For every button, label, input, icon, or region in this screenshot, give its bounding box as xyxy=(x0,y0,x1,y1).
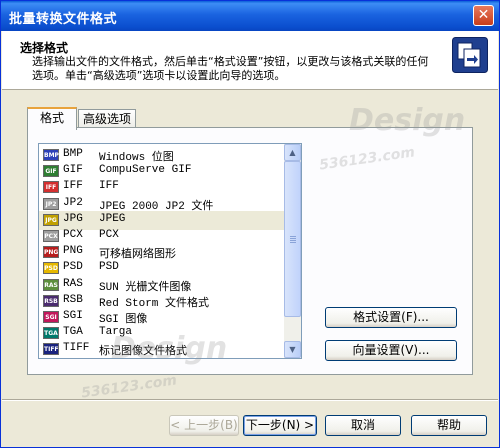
format-settings-button[interactable]: 格式设置(F)... xyxy=(325,307,457,328)
scroll-down-button[interactable]: ▼ xyxy=(284,341,301,358)
format-description: Targa xyxy=(99,326,133,339)
format-extension: RSB xyxy=(63,293,83,306)
watermark-number-bottom: 536123.com xyxy=(80,372,178,402)
vector-settings-button[interactable]: 向量设置(V)... xyxy=(325,340,457,361)
footer-divider xyxy=(2,399,498,401)
file-type-icon: RAS xyxy=(43,278,59,291)
file-type-icon: JPG xyxy=(43,213,59,226)
tab-advanced-options[interactable]: 高级选项 xyxy=(78,109,136,129)
title-bar[interactable]: 批量转换文件格式 ✕ xyxy=(1,1,499,31)
copy-files-icon xyxy=(452,37,488,73)
help-button[interactable]: 帮助 xyxy=(411,415,487,436)
window-title: 批量转换文件格式 xyxy=(9,12,118,27)
tab-format[interactable]: 格式 xyxy=(27,107,77,130)
format-description: PCX xyxy=(99,229,119,241)
scroll-up-button[interactable]: ▲ xyxy=(284,144,301,161)
format-extension: TIFF xyxy=(63,342,90,355)
format-extension: TGA xyxy=(63,326,83,339)
file-type-icon: TGA xyxy=(43,327,59,340)
format-extension: RAS xyxy=(63,277,83,290)
next-button[interactable]: 下一步(N) > xyxy=(243,415,317,436)
format-description: 标记图像文件格式 xyxy=(99,346,187,359)
wizard-header: 选择格式 选择输出文件的文件格式，然后单击“格式设置”按钮，以更改与该格式关联的… xyxy=(2,31,498,90)
file-type-icon: SGI xyxy=(43,311,59,323)
format-extension: SGI xyxy=(63,310,83,322)
format-description: IFF xyxy=(99,180,119,193)
format-extension: PCX xyxy=(63,229,83,241)
file-type-icon: BMP xyxy=(43,149,59,161)
file-type-icon: IFF xyxy=(43,181,59,194)
file-type-icon: GIF xyxy=(43,165,59,178)
vertical-scrollbar[interactable]: ▲ ▼ xyxy=(284,144,301,358)
scroll-thumb[interactable] xyxy=(284,161,301,317)
back-button[interactable]: < 上一步(B) xyxy=(169,415,239,436)
format-item-tiff[interactable]: TIFF TIFF 标记图像文件格式 xyxy=(39,340,285,359)
file-type-icon: PNG xyxy=(43,246,59,259)
file-type-icon: RSB xyxy=(43,294,59,307)
format-extension: PNG xyxy=(63,245,83,258)
header-description: 选择输出文件的文件格式，然后单击“格式设置”按钮，以更改与该格式关联的任何选项。… xyxy=(32,55,429,82)
file-type-icon: JP2 xyxy=(43,197,59,210)
format-extension: PSD xyxy=(63,261,83,274)
format-list[interactable]: BMP BMP Windows 位图 GIF GIF CompuServe GIF IFF I… xyxy=(38,143,302,359)
format-description: JPEG xyxy=(99,212,126,225)
cancel-button[interactable]: 取消 xyxy=(325,415,401,436)
format-extension: JPG xyxy=(63,212,83,225)
format-description: PSD xyxy=(99,261,119,274)
file-type-icon: PSD xyxy=(43,262,59,275)
format-description: CompuServe GIF xyxy=(99,164,192,177)
header-title: 选择格式 xyxy=(20,41,69,55)
format-extension: BMP xyxy=(63,148,83,160)
file-type-icon: TIFF xyxy=(43,343,59,356)
file-type-icon: PCX xyxy=(43,230,59,242)
format-extension: GIF xyxy=(63,164,83,177)
format-extension: IFF xyxy=(63,180,83,193)
dialog-window: 批量转换文件格式 ✕ 选择格式 选择输出文件的文件格式，然后单击“格式设置”按钮… xyxy=(0,0,500,448)
format-extension: JP2 xyxy=(63,196,83,209)
close-button[interactable]: ✕ xyxy=(473,5,494,26)
